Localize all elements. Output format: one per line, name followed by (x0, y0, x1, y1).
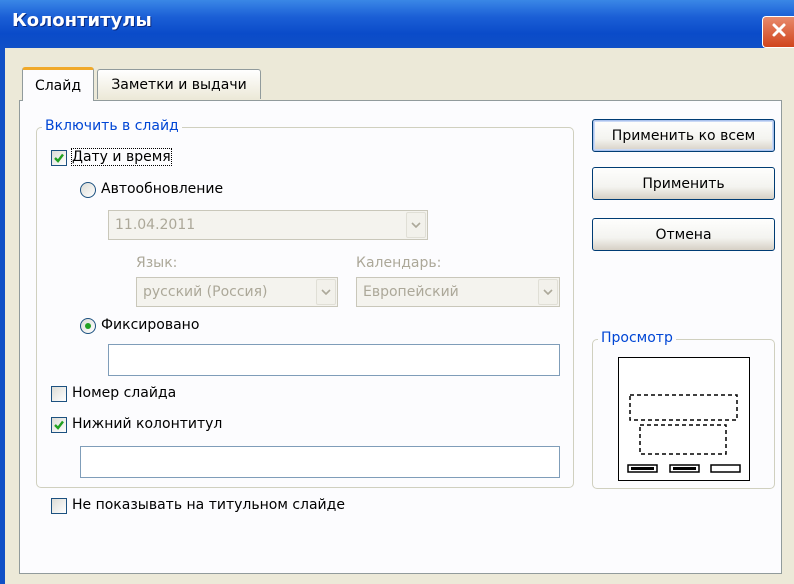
tab-notes-label: Заметки и выдачи (111, 76, 247, 93)
date-time-checkbox[interactable] (51, 150, 67, 166)
fixed-label[interactable]: Фиксировано (101, 317, 199, 333)
tab-slide[interactable]: Слайд (22, 67, 94, 101)
slide-number-checkbox[interactable] (51, 386, 67, 402)
apply-label: Применить (642, 175, 725, 192)
slide-layout-icon (627, 394, 741, 473)
cancel-label: Отмена (655, 226, 712, 243)
date-time-label[interactable]: Дату и время (71, 148, 172, 166)
footer-text-input[interactable] (80, 446, 560, 478)
language-combo[interactable]: русский (Россия) (136, 277, 338, 307)
cancel-button[interactable]: Отмена (592, 218, 775, 251)
preview-group-title: Просмотр (598, 330, 676, 346)
dont-show-title-label[interactable]: Не показывать на титульном слайде (72, 497, 345, 513)
chevron-down-icon[interactable] (538, 279, 558, 305)
calendar-label: Календарь: (356, 255, 442, 271)
tab-slide-label: Слайд (34, 77, 82, 94)
calendar-value: Европейский (363, 284, 459, 300)
auto-update-radio[interactable] (80, 182, 96, 198)
footer-label[interactable]: Нижний колонтитул (72, 416, 222, 432)
tab-notes-handouts[interactable]: Заметки и выдачи (97, 69, 261, 99)
slide-number-label[interactable]: Номер слайда (72, 385, 176, 401)
date-format-value: 11.04.2011 (115, 217, 196, 233)
language-label: Язык: (136, 255, 178, 271)
fixed-radio[interactable] (80, 318, 96, 334)
window-title: Колонтитулы (12, 10, 152, 31)
close-icon (771, 22, 787, 42)
chevron-down-icon[interactable] (316, 279, 336, 305)
date-format-combo[interactable]: 11.04.2011 (108, 210, 428, 240)
auto-update-label[interactable]: Автообновление (101, 181, 223, 197)
check-icon (54, 420, 64, 430)
dont-show-title-checkbox[interactable] (51, 498, 67, 514)
apply-to-all-label: Применить ко всем (611, 127, 756, 144)
footer-checkbox[interactable] (51, 417, 67, 433)
chevron-down-icon[interactable] (406, 212, 426, 238)
radio-selected-dot (85, 323, 91, 329)
apply-to-all-button[interactable]: Применить ко всем (592, 119, 775, 152)
apply-button[interactable]: Применить (592, 167, 775, 200)
close-button[interactable] (762, 16, 794, 48)
check-icon (54, 153, 64, 163)
include-group-title: Включить в слайд (42, 118, 182, 134)
preview-slide (618, 357, 750, 481)
language-value: русский (Россия) (143, 284, 268, 300)
fixed-date-input[interactable] (108, 344, 560, 376)
calendar-combo[interactable]: Европейский (356, 277, 560, 307)
